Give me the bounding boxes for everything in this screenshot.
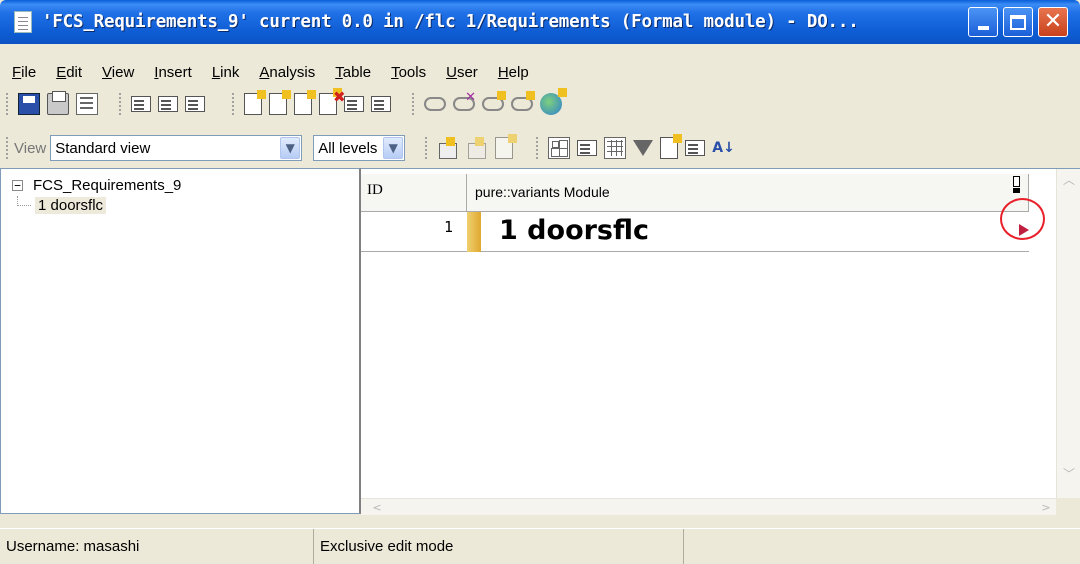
column-marker-tip-icon: [1013, 188, 1020, 193]
horizontal-scrollbar[interactable]: < >: [361, 498, 1056, 515]
promote-icon[interactable]: [131, 96, 151, 112]
toolbar-grip[interactable]: [119, 93, 123, 115]
view-label: View: [14, 139, 47, 157]
filter-object-icon[interactable]: [660, 134, 683, 159]
close-button[interactable]: ✕: [1038, 7, 1068, 37]
scroll-left-icon[interactable]: <: [367, 499, 387, 516]
minimize-icon: [977, 26, 989, 30]
status-username: Username: masashi: [0, 529, 314, 564]
outline-icon[interactable]: [548, 137, 571, 159]
vertical-scrollbar[interactable]: ︿ ﹀: [1056, 169, 1080, 515]
chevron-down-icon[interactable]: ▼: [383, 137, 404, 159]
toolbar-grip[interactable]: [412, 93, 416, 115]
menu-file[interactable]: File: [12, 64, 36, 81]
module-grid: ID pure::variants Module 1 1 doorsflc ︿ …: [361, 168, 1080, 515]
close-icon: ✕: [1043, 9, 1063, 34]
insert-heading-icon[interactable]: [294, 90, 316, 115]
toolbar-grip[interactable]: [536, 137, 540, 159]
status-bar: Username: masashi Exclusive edit mode: [0, 528, 1080, 564]
link-target-icon[interactable]: [511, 91, 535, 111]
table-icon[interactable]: [604, 137, 627, 159]
delete-object-icon[interactable]: [319, 88, 342, 115]
heading-bar: [467, 212, 481, 252]
tree-child-label: 1 doorsflc: [35, 197, 107, 214]
maximize-button[interactable]: [1003, 7, 1033, 37]
toolbar-grip[interactable]: [232, 93, 236, 115]
window-title: 'FCS_Requirements_9' current 0.0 in /flc…: [42, 12, 859, 32]
row-id: 1: [443, 218, 453, 236]
document-icon: [14, 11, 32, 33]
table-row[interactable]: 1 1 doorsflc: [361, 212, 1029, 252]
split-icon[interactable]: [344, 96, 364, 112]
toolbar-grip[interactable]: [6, 93, 10, 115]
column-header-module[interactable]: pure::variants Module: [467, 174, 1029, 211]
menu-user[interactable]: User: [446, 64, 478, 81]
filter-toggle-icon[interactable]: [685, 140, 706, 156]
tree-root-label: FCS_Requirements_9: [33, 177, 182, 194]
toolbar-grip[interactable]: [6, 137, 10, 159]
highlight-circle: [1000, 198, 1045, 240]
menu-table[interactable]: Table: [335, 64, 371, 81]
status-mode: Exclusive edit mode: [314, 529, 684, 564]
menu-edit[interactable]: Edit: [56, 64, 82, 81]
column-header-row: ID pure::variants Module: [361, 174, 1029, 212]
delete-link-icon[interactable]: [453, 90, 476, 111]
title-bar: 'FCS_Requirements_9' current 0.0 in /flc…: [0, 0, 1080, 44]
level-clear-icon[interactable]: [495, 134, 518, 159]
properties-icon[interactable]: [76, 93, 98, 115]
insert-object-icon[interactable]: [244, 90, 266, 115]
menu-insert[interactable]: Insert: [154, 64, 192, 81]
tree-child-item[interactable]: 1 doorsflc: [17, 195, 107, 214]
column-header-module-label: pure::variants Module: [475, 184, 610, 200]
level-down-icon[interactable]: [466, 137, 488, 159]
module-explorer: − FCS_Requirements_9 1 doorsflc: [0, 168, 361, 514]
levels-select[interactable]: All levels ▼: [313, 135, 406, 161]
scroll-corner: [1056, 498, 1080, 515]
chevron-down-icon[interactable]: ▼: [280, 137, 301, 159]
scroll-right-icon[interactable]: >: [1036, 499, 1056, 516]
level-icon[interactable]: [437, 137, 459, 159]
print-icon[interactable]: [47, 91, 69, 115]
menu-link[interactable]: Link: [212, 64, 240, 81]
column-header-id[interactable]: ID: [361, 174, 467, 211]
demote-icon[interactable]: [158, 96, 178, 112]
menu-view[interactable]: View: [102, 64, 134, 81]
minimize-button[interactable]: [968, 7, 998, 37]
indent-icon[interactable]: [185, 96, 205, 112]
menu-help[interactable]: Help: [498, 64, 529, 81]
scroll-up-icon[interactable]: ︿: [1058, 169, 1080, 191]
tree-connector: [17, 195, 31, 206]
collapse-icon[interactable]: −: [12, 180, 23, 191]
link-source-icon[interactable]: [482, 91, 506, 111]
maximize-icon: [1010, 14, 1026, 30]
toolbar-grip[interactable]: [425, 137, 429, 159]
graphics-icon[interactable]: [577, 140, 598, 156]
column-marker-icon: [1013, 176, 1020, 187]
view-select-value: Standard view: [55, 139, 151, 157]
row-heading: 1 doorsflc: [499, 215, 650, 246]
view-toolbar: View Standard view ▼ All levels ▼ A↓: [0, 132, 1080, 164]
menu-analysis[interactable]: Analysis: [259, 64, 315, 81]
tree-root-item[interactable]: − FCS_Requirements_9: [6, 177, 181, 194]
levels-select-value: All levels: [318, 139, 378, 157]
merge-icon[interactable]: [371, 96, 391, 112]
scroll-down-icon[interactable]: ﹀: [1058, 463, 1080, 485]
menu-bar: File Edit View Insert Link Analysis Tabl…: [0, 60, 1080, 84]
save-icon[interactable]: [18, 93, 40, 115]
sort-icon[interactable]: A↓: [712, 137, 735, 159]
globe-icon[interactable]: [540, 88, 567, 115]
insert-below-icon[interactable]: [269, 90, 291, 115]
filter-icon[interactable]: [633, 140, 654, 156]
status-empty: [684, 529, 1080, 564]
menu-tools[interactable]: Tools: [391, 64, 426, 81]
view-select[interactable]: Standard view ▼: [50, 135, 303, 161]
link-icon[interactable]: [424, 97, 446, 111]
main-toolbar: [0, 88, 1080, 120]
